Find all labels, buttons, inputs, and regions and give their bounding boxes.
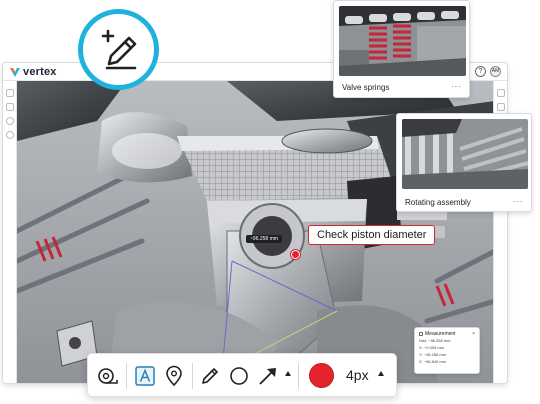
brand-name: vertex bbox=[23, 66, 57, 78]
annotation-callout[interactable]: Check piston diameter bbox=[308, 225, 436, 245]
view-thumbnail-card[interactable]: Valve springs ··· bbox=[333, 0, 470, 98]
user-avatar[interactable]: AM bbox=[490, 66, 501, 77]
more-options-icon[interactable]: ··· bbox=[452, 82, 462, 91]
pin-tool-button[interactable] bbox=[162, 364, 186, 388]
markup-pencil-badge bbox=[78, 9, 159, 90]
settings-icon[interactable] bbox=[6, 131, 14, 139]
circle-tool-button[interactable] bbox=[227, 364, 251, 388]
toolbar-divider bbox=[298, 363, 299, 389]
circle-shape-icon bbox=[230, 367, 248, 385]
stroke-size-caret-icon[interactable] bbox=[378, 371, 384, 376]
scene-tree-icon[interactable] bbox=[6, 103, 14, 111]
toolbar-divider bbox=[126, 363, 127, 389]
more-options-icon[interactable]: ··· bbox=[514, 197, 524, 206]
help-icon[interactable]: ? bbox=[475, 66, 486, 77]
text-tool-icon bbox=[135, 366, 155, 386]
stroke-color-swatch[interactable] bbox=[309, 363, 334, 388]
measurement-row: Y: ~48.258 mm bbox=[419, 352, 447, 357]
vertex-logo[interactable]: vertex bbox=[9, 66, 57, 78]
arrow-tool-button[interactable] bbox=[256, 364, 280, 388]
pencil-icon bbox=[202, 368, 218, 384]
measurement-icon bbox=[419, 332, 423, 336]
history-icon[interactable] bbox=[6, 117, 14, 125]
measurement-row: Dist: ~96.258 mm bbox=[419, 338, 451, 343]
thumbnail-caption: Valve springs bbox=[342, 83, 390, 92]
stroke-size-label[interactable]: 4px bbox=[346, 367, 369, 383]
add-markup-pencil-icon bbox=[101, 29, 136, 69]
valve-springs-thumbnail-image bbox=[339, 6, 466, 76]
text-tool-button[interactable] bbox=[133, 364, 157, 388]
annotations-panel-icon[interactable] bbox=[497, 103, 505, 111]
annotation-pin-marker[interactable] bbox=[291, 250, 300, 259]
view-thumbnail-card[interactable]: Rotating assembly ··· bbox=[396, 113, 532, 212]
markup-toolbar: 4px bbox=[87, 353, 397, 397]
measurement-dimension-label: ~96.258 mm bbox=[246, 235, 282, 243]
tape-measure-tool-button[interactable] bbox=[96, 364, 120, 388]
left-tool-rail bbox=[3, 81, 17, 383]
measurement-row: Z: ~96.840 mm bbox=[419, 359, 447, 364]
location-pin-icon bbox=[166, 365, 182, 387]
toolbar-divider bbox=[192, 363, 193, 389]
thumbnail-caption: Rotating assembly bbox=[405, 198, 471, 207]
arrow-options-caret-icon[interactable] bbox=[285, 371, 291, 376]
tape-measure-icon bbox=[98, 368, 118, 384]
panel-toggle-icon[interactable] bbox=[497, 89, 505, 97]
vertex-logo-mark-icon bbox=[10, 68, 20, 77]
measurement-panel: Measurement × Dist: ~96.258 mm X: ~0.000… bbox=[414, 327, 480, 374]
measurement-row: X: ~0.000 mm bbox=[419, 345, 445, 350]
layers-icon[interactable] bbox=[6, 89, 14, 97]
arrow-icon bbox=[259, 368, 276, 385]
pencil-tool-button[interactable] bbox=[198, 364, 222, 388]
rotating-assembly-thumbnail-image bbox=[402, 119, 528, 189]
close-icon[interactable]: × bbox=[472, 331, 475, 337]
